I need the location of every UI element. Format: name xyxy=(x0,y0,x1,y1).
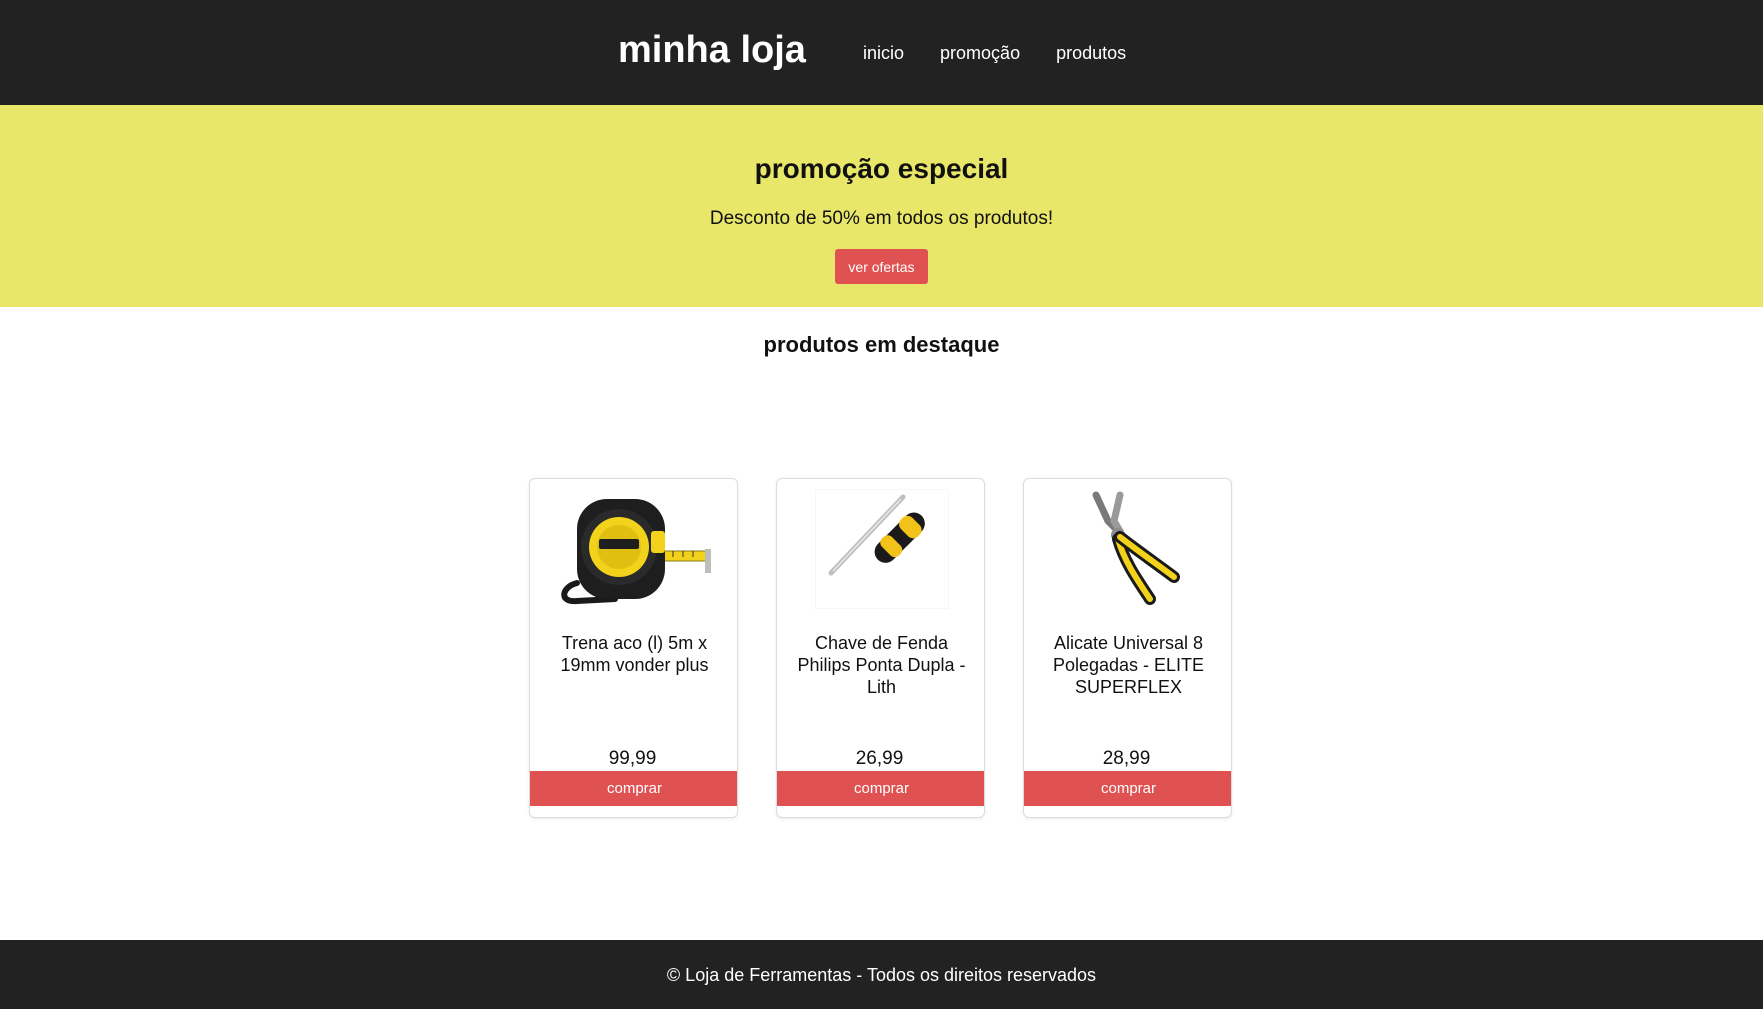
product-image[interactable] xyxy=(530,489,737,609)
product-image[interactable] xyxy=(1024,489,1231,609)
nav-link-produtos[interactable]: produtos xyxy=(1056,41,1126,65)
buy-button[interactable]: comprar xyxy=(1024,771,1231,806)
product-price: 28,99 xyxy=(1102,748,1151,769)
site-logo[interactable]: minha loja xyxy=(618,26,806,74)
product-price: 99,99 xyxy=(608,748,657,769)
tape-measure-icon xyxy=(560,499,711,605)
product-card: Chave de Fenda Philips Ponta Dupla - Lit… xyxy=(776,478,985,818)
promo-banner: promoção especial Desconto de 50% em tod… xyxy=(0,105,1763,307)
view-offers-button[interactable]: ver ofertas xyxy=(835,249,928,284)
product-name[interactable]: Trena aco (l) 5m x 19mm vonder plus xyxy=(544,632,725,676)
product-image[interactable] xyxy=(777,489,984,609)
buy-button[interactable]: comprar xyxy=(530,771,737,806)
promo-text: Desconto de 50% em todos os produtos! xyxy=(709,208,1054,229)
product-price: 26,99 xyxy=(855,748,904,769)
screwdriver-icon xyxy=(814,489,949,609)
page: minha loja inicio promoção produtos prom… xyxy=(0,0,1763,1009)
nav-link-inicio[interactable]: inicio xyxy=(863,41,904,65)
pliers-icon xyxy=(1092,491,1180,605)
site-footer: © Loja de Ferramentas - Todos os direito… xyxy=(0,940,1763,1009)
product-name[interactable]: Alicate Universal 8 Polegadas - ELITE SU… xyxy=(1038,632,1219,698)
nav-link-promocao[interactable]: promoção xyxy=(940,41,1020,65)
copyright-text: © Loja de Ferramentas - Todos os direito… xyxy=(666,965,1097,985)
buy-button[interactable]: comprar xyxy=(777,771,984,806)
main-nav: inicio promoção produtos xyxy=(863,41,1162,65)
product-card: Trena aco (l) 5m x 19mm vonder plus 99,9… xyxy=(529,478,738,818)
featured-title: produtos em destaque xyxy=(763,332,1000,357)
promo-title: promoção especial xyxy=(754,153,1009,184)
product-card: Alicate Universal 8 Polegadas - ELITE SU… xyxy=(1023,478,1232,818)
product-name[interactable]: Chave de Fenda Philips Ponta Dupla - Lit… xyxy=(791,632,972,698)
site-header: minha loja inicio promoção produtos xyxy=(0,0,1763,105)
